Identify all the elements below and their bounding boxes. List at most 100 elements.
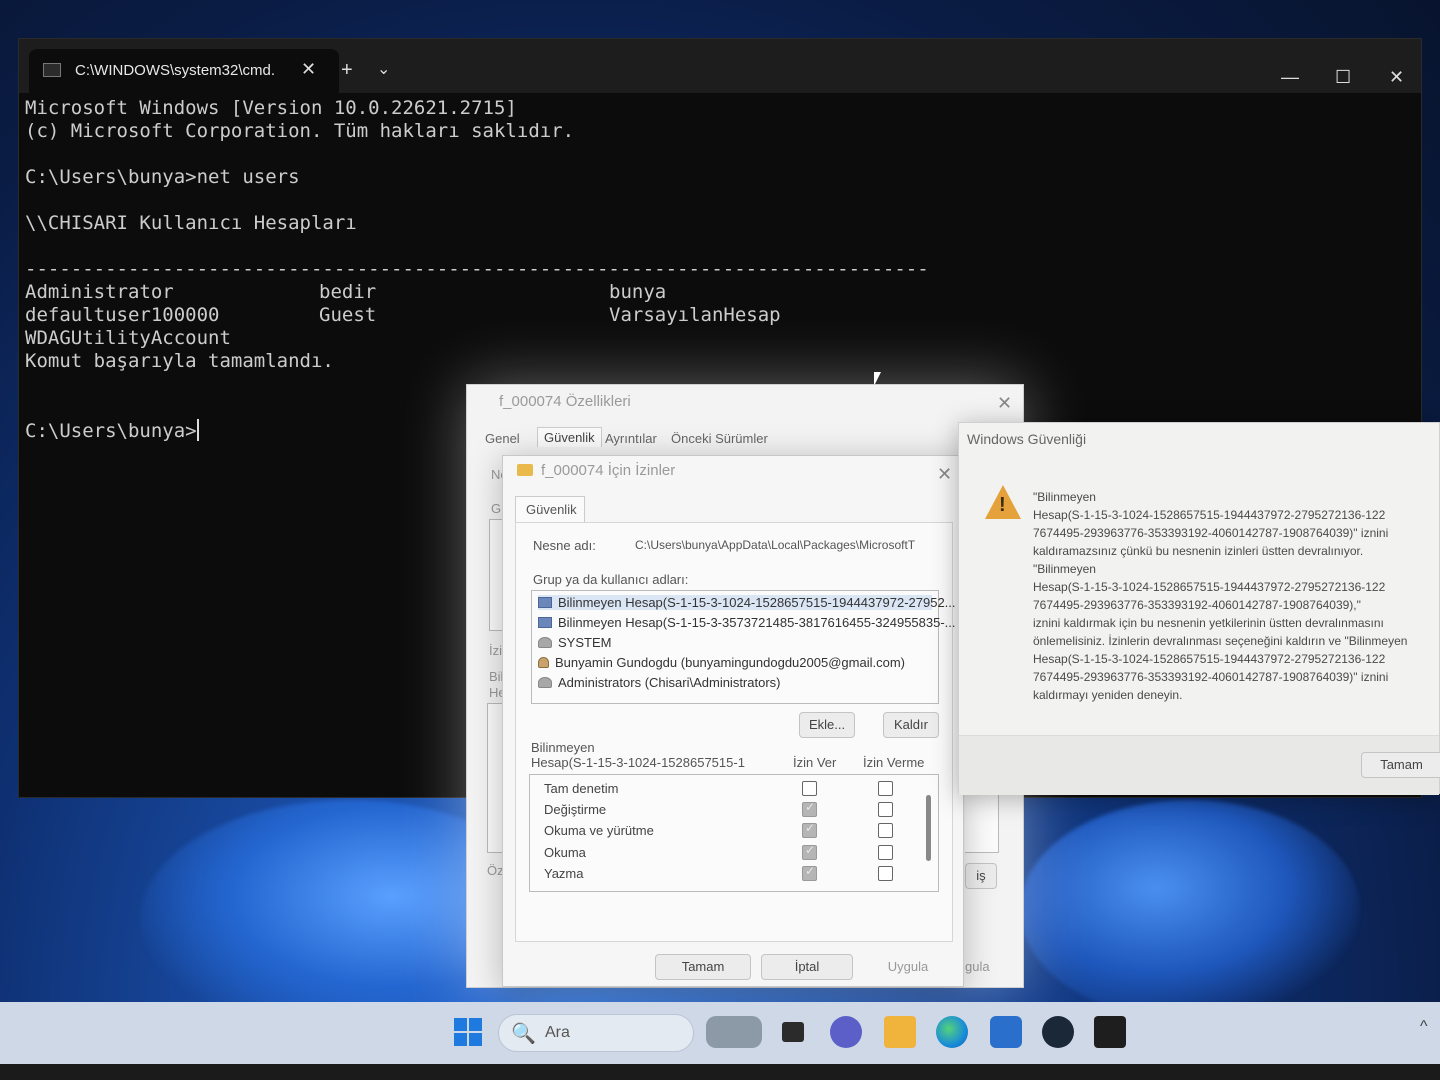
cmd-line: Microsoft Windows [Version 10.0.22621.27… (25, 97, 517, 119)
deny-checkbox[interactable] (878, 802, 893, 817)
edge-browser-icon[interactable] (936, 1016, 968, 1048)
widgets-icon[interactable] (706, 1016, 762, 1048)
deny-checkbox[interactable] (878, 845, 893, 860)
cmd-line: \\CHISARI Kullanıcı Hesapları (25, 212, 357, 234)
tab-guvenlik[interactable]: Güvenlik (537, 427, 602, 447)
allow-checkbox[interactable] (802, 781, 817, 796)
allow-checkbox[interactable] (802, 800, 817, 817)
user-cell: bedir (319, 281, 377, 303)
alert-message-line: "Bilinmeyen (1033, 562, 1096, 576)
taskbar: 🔍 Ara ^ (0, 1002, 1440, 1064)
account-icon (538, 597, 552, 608)
tab-ayrintilar[interactable]: Ayrıntılar (605, 431, 657, 446)
task-view-glyph (782, 1022, 804, 1042)
cmd-prompt-line[interactable]: C:\Users\bunya> (25, 419, 199, 443)
user-cell: Administrator (25, 281, 174, 303)
permission-row: Değiştirme (544, 802, 607, 817)
windows-logo-icon (454, 1018, 482, 1046)
terminal-taskbar-icon[interactable] (1094, 1016, 1126, 1048)
partial-label: İzi (489, 643, 502, 658)
permissions-dialog[interactable]: f_000074 İçin İzinler ✕ Güvenlik Nesne a… (502, 455, 964, 987)
alert-title: Windows Güvenliği (967, 431, 1087, 447)
tab-title: C:\WINDOWS\system32\cmd. (75, 62, 276, 79)
allow-checkbox[interactable] (802, 864, 817, 881)
tab-cmd[interactable]: C:\WINDOWS\system32\cmd. ✕ (29, 49, 339, 93)
permission-row: Okuma ve yürütme (544, 823, 654, 838)
alert-message-line: iznini kaldırmak için bu nesnenin yetkil… (1033, 616, 1384, 630)
alert-message-line: "Bilinmeyen (1033, 490, 1096, 504)
cmd-line: C:\Users\bunya>net users (25, 166, 300, 188)
allow-header: İzin Ver (793, 755, 837, 770)
deny-checkbox[interactable] (878, 781, 893, 796)
windows-security-dialog[interactable]: Windows Güvenliği ! "Bilinmeyen Hesap(S-… (958, 422, 1440, 795)
group-icon (538, 637, 552, 648)
list-item[interactable]: Bilinmeyen Hesap(S-1-15-3-3573721485-381… (538, 615, 956, 630)
cmd-line: (c) Microsoft Corporation. Tüm hakları s… (25, 120, 575, 142)
apply-button[interactable]: Uygula (863, 954, 953, 980)
cancel-button[interactable]: İptal (761, 954, 853, 980)
add-button[interactable]: Ekle... (799, 712, 855, 738)
tab-dropdown-icon[interactable]: ⌄ (377, 59, 390, 79)
permissions-title-text: f_000074 İçin İzinler (541, 462, 676, 479)
cmd-prompt: C:\Users\bunya> (25, 420, 197, 442)
text-cursor (196, 419, 199, 441)
maximize-button[interactable]: ☐ (1335, 67, 1351, 88)
properties-title: f_000074 Özellikleri (499, 393, 631, 410)
allow-checkbox[interactable] (802, 843, 817, 860)
start-button[interactable] (452, 1016, 484, 1048)
folder-icon (517, 464, 533, 476)
search-icon: 🔍 (511, 1023, 536, 1045)
alert-message-line: Hesap(S-1-15-3-1024-1528657515-194443797… (1033, 580, 1386, 594)
partial-listbox (487, 703, 503, 853)
cmd-separator: ----------------------------------------… (25, 258, 929, 280)
alert-ok-button[interactable]: Tamam (1361, 752, 1440, 778)
perm-for-label-1: Bilinmeyen (531, 740, 595, 755)
microsoft-store-icon[interactable] (990, 1016, 1022, 1048)
user-cell: VarsayılanHesap (609, 304, 781, 326)
list-item[interactable]: Bunyamin Gundogdu (bunyamingundogdu2005@… (538, 655, 905, 670)
allow-checkbox[interactable] (802, 821, 817, 838)
file-explorer-icon[interactable] (884, 1016, 916, 1048)
ok-button[interactable]: Tamam (655, 954, 751, 980)
list-item[interactable]: SYSTEM (538, 635, 611, 650)
scrollbar-thumb[interactable] (926, 795, 931, 861)
taskbar-search[interactable]: 🔍 Ara (498, 1014, 694, 1052)
cmd-titlebar[interactable]: C:\WINDOWS\system32\cmd. ✕ + ⌄ — ☐ ✕ (19, 39, 1421, 93)
task-view-icon[interactable] (778, 1016, 810, 1048)
object-name-value: C:\Users\bunya\AppData\Local\Packages\Mi… (635, 538, 916, 552)
group-label: Grup ya da kullanıcı adları: (533, 572, 689, 587)
perm-for-label-2: Hesap(S-1-15-3-1024-1528657515-1 (531, 755, 745, 770)
object-name-label: Nesne adı: (533, 538, 596, 553)
alert-message-line: kaldıramazsınız çünkü bu nesnenin izinle… (1033, 544, 1364, 558)
new-tab-button[interactable]: + (341, 59, 353, 82)
user-icon (538, 657, 549, 668)
deny-checkbox[interactable] (878, 866, 893, 881)
permissions-listbox[interactable]: Tam denetim Değiştirme Okuma ve yürütme … (529, 774, 939, 892)
apply-button-partial[interactable]: gula (965, 959, 990, 974)
tab-guvenlik-perms[interactable]: Güvenlik (515, 496, 585, 522)
alert-message-line: önlemelisiniz. İzinlerin devralınması se… (1033, 634, 1408, 648)
chevron-up-icon[interactable]: ^ (1420, 1018, 1428, 1036)
accounts-listbox[interactable]: Bilinmeyen Hesap(S-1-15-3-1024-152865751… (531, 590, 956, 704)
cmd-line: Komut başarıyla tamamlandı. (25, 350, 334, 372)
tab-close-icon[interactable]: ✕ (301, 59, 316, 80)
user-cell: bunya (609, 281, 667, 303)
list-item[interactable]: Bilinmeyen Hesap(S-1-15-3-1024-152865751… (538, 595, 956, 610)
permission-row: Yazma (544, 866, 584, 881)
tab-onceki-surumler[interactable]: Önceki Sürümler (671, 431, 768, 446)
steam-icon[interactable] (1042, 1016, 1074, 1048)
teams-chat-icon[interactable] (830, 1016, 862, 1048)
deny-checkbox[interactable] (878, 823, 893, 838)
advanced-button-partial[interactable]: iş (965, 863, 997, 889)
tab-genel[interactable]: Genel (485, 431, 520, 446)
search-placeholder: Ara (545, 1024, 570, 1041)
close-button[interactable]: ✕ (1389, 67, 1404, 88)
alert-message-line: 7674495-293963776-353393192-4060142787-1… (1033, 670, 1389, 684)
minimize-button[interactable]: — (1281, 67, 1299, 88)
remove-button[interactable]: Kaldır (883, 712, 939, 738)
permissions-close-icon[interactable]: ✕ (937, 464, 952, 485)
tab-label: Güvenlik (526, 502, 577, 517)
properties-close-icon[interactable]: ✕ (997, 393, 1012, 414)
list-item[interactable]: Administrators (Chisari\Administrators) (538, 675, 781, 690)
alert-footer: Tamam (959, 735, 1440, 795)
